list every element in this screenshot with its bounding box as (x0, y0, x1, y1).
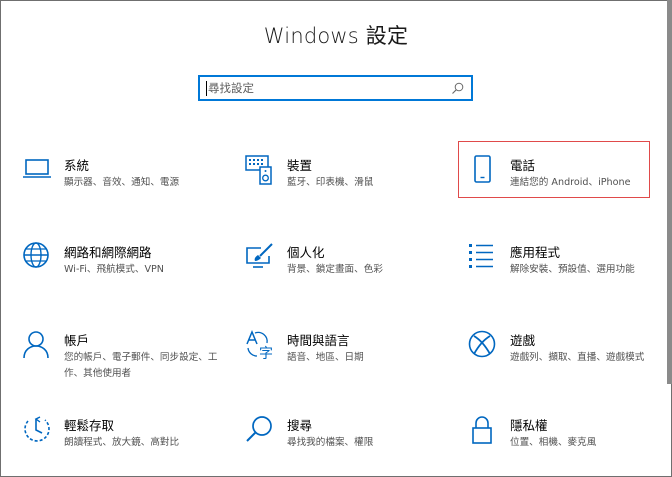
tile-name: 輕鬆存取 (64, 418, 115, 433)
tile-desc: 藍牙、印表機、滑鼠 (287, 177, 374, 188)
search-input[interactable] (208, 78, 448, 98)
tile-name: 時間與語言 (287, 333, 350, 348)
tile-network[interactable]: 網路和網際網路 Wi-Fi、飛航模式、VPN (22, 242, 232, 302)
tile-name: 遊戲 (510, 333, 536, 348)
tile-name: 帳戶 (64, 333, 90, 348)
tile-privacy[interactable]: 隱私權 位置、相機、麥克風 (468, 415, 672, 475)
personalization-icon (246, 243, 273, 268)
search-large-icon (246, 416, 272, 442)
tile-name: 隱私權 (510, 418, 548, 433)
tile-desc: 顯示器、音效、通知、電源 (64, 177, 180, 188)
lock-icon (472, 416, 492, 444)
xbox-icon (468, 330, 496, 358)
globe-icon (23, 242, 49, 268)
laptop-icon (23, 159, 51, 178)
tile-desc: 位置、相機、麥克風 (510, 437, 597, 448)
tile-name: 個人化 (287, 245, 325, 260)
ease-of-access-icon (24, 416, 50, 442)
search-box[interactable] (198, 75, 473, 101)
tile-desc: 尋找我的檔案、權限 (287, 437, 374, 448)
tile-apps[interactable]: 應用程式 解除安裝、預設值、選用功能 (468, 242, 672, 302)
text-caret (206, 81, 207, 96)
tile-desc: 背景、鎖定畫面、色彩 (287, 264, 383, 275)
tile-name: 應用程式 (510, 245, 561, 260)
tile-name: 搜尋 (287, 418, 313, 433)
devices-icon (245, 155, 272, 185)
tile-ease-of-access[interactable]: 輕鬆存取 朗讀程式、放大鏡、高對比 (22, 415, 232, 475)
tile-gaming[interactable]: 遊戲 遊戲列、擷取、直播、遊戲模式 (468, 330, 672, 390)
tile-accounts[interactable]: 帳戶 您的帳戶、電子郵件、同步設定、工作、其他使用者 (22, 330, 232, 390)
tile-desc: Wi-Fi、飛航模式、VPN (64, 264, 164, 275)
search-icon[interactable] (451, 81, 465, 95)
tile-desc: 語音、地區、日期 (287, 352, 364, 363)
tile-desc: 遊戲列、擷取、直播、遊戲模式 (510, 352, 645, 363)
tile-personalization[interactable]: 個人化 背景、鎖定畫面、色彩 (245, 242, 455, 302)
person-icon (23, 331, 49, 359)
tile-devices[interactable]: 裝置 藍牙、印表機、滑鼠 (245, 155, 455, 215)
svg-text:字: 字 (259, 346, 273, 360)
highlight-box (458, 141, 650, 198)
tile-desc: 朗讀程式、放大鏡、高對比 (64, 437, 180, 448)
tile-search[interactable]: 搜尋 尋找我的檔案、權限 (245, 415, 455, 475)
tile-system[interactable]: 系統 顯示器、音效、通知、電源 (22, 155, 232, 215)
settings-window (0, 0, 672, 477)
tile-desc: 您的帳戶、電子郵件、同步設定、工作、其他使用者 (64, 352, 218, 379)
time-language-icon: 字 (246, 330, 273, 360)
tile-name: 網路和網際網路 (64, 245, 152, 260)
tile-name: 裝置 (287, 158, 313, 173)
page-title: Windows 設定 (263, 24, 409, 48)
tile-time-language[interactable]: 字 時間與語言 語音、地區、日期 (245, 330, 455, 390)
apps-icon (469, 244, 493, 268)
tile-desc: 解除安裝、預設值、選用功能 (510, 264, 635, 275)
tile-name: 系統 (64, 158, 90, 173)
